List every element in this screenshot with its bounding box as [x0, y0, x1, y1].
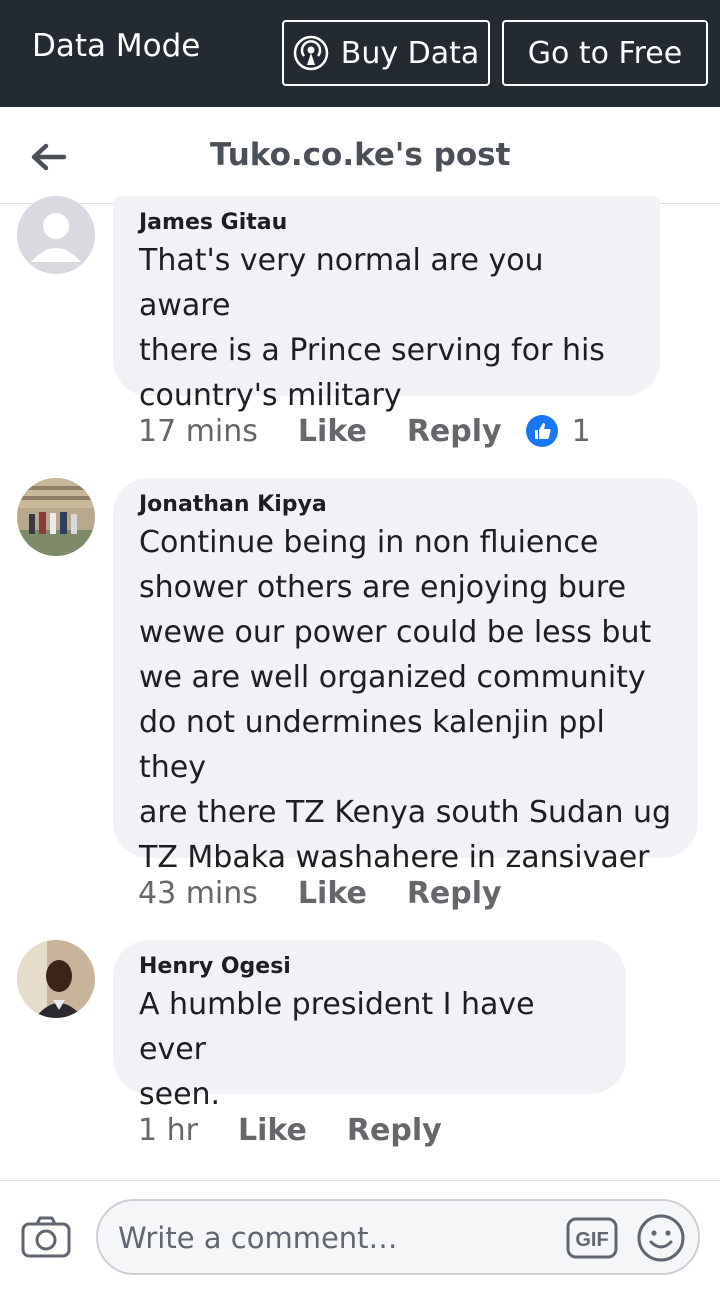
reaction-count: 1	[571, 413, 591, 449]
arrow-left-icon[interactable]	[28, 137, 68, 177]
avatar[interactable]	[17, 940, 95, 1018]
buy-data-label: Buy Data	[340, 35, 480, 71]
avatar[interactable]	[17, 478, 95, 556]
reply-button[interactable]: Reply	[407, 414, 502, 449]
comment-input-placeholder: Write a comment…	[118, 1221, 398, 1255]
comment-timestamp: 1 hr	[138, 1112, 198, 1148]
comment-actions: 1 hr Like Reply	[138, 1110, 442, 1150]
reply-button[interactable]: Reply	[347, 1113, 442, 1148]
broadcast-icon	[293, 35, 328, 71]
thumbs-up-icon	[525, 415, 558, 447]
comment-timestamp: 43 mins	[138, 875, 258, 911]
comment-actions: 17 mins Like Reply 1	[138, 411, 591, 451]
data-mode-bar: Data Mode Buy Data Go to Free	[0, 0, 720, 107]
go-to-free-label: Go to Free	[527, 35, 683, 71]
comment-bubble[interactable]: James Gitau That's very normal are you a…	[113, 196, 660, 413]
comment-text-line: we are well organized community	[139, 660, 646, 695]
post-header: Tuko.co.ke's post	[0, 107, 720, 204]
smiley-icon[interactable]	[636, 1213, 686, 1263]
comment-composer: Write a comment… GIF	[0, 1180, 720, 1289]
comment-text-line: A humble president I have ever	[139, 987, 535, 1067]
comment-bubble[interactable]: Henry Ogesi A humble president I have ev…	[113, 940, 626, 1112]
comment-timestamp: 17 mins	[138, 413, 258, 449]
go-to-free-button[interactable]: Go to Free	[502, 20, 708, 86]
avatar[interactable]	[17, 196, 95, 274]
reply-button[interactable]: Reply	[407, 876, 502, 911]
comment-text-line: are there TZ Kenya south Sudan ug	[139, 795, 672, 830]
gif-icon[interactable]: GIF	[566, 1217, 618, 1259]
comment-text-line: wewe our power could be less but	[139, 615, 652, 650]
comment-bubble[interactable]: Jonathan Kipya Continue being in non flu…	[113, 478, 698, 875]
comment-text-line: there is a Prince serving for his	[139, 333, 605, 368]
comment-text-line: Continue being in non fluience	[139, 525, 599, 560]
comment-text-line: shower others are enjoying bure	[139, 570, 627, 605]
profile-photo	[17, 940, 95, 1018]
comment-text-line: That's very normal are you aware	[139, 243, 544, 323]
buy-data-button[interactable]: Buy Data	[282, 20, 490, 86]
comment-author[interactable]: Henry Ogesi	[139, 954, 600, 980]
like-button[interactable]: Like	[298, 876, 367, 911]
like-button[interactable]: Like	[238, 1113, 307, 1148]
camera-icon[interactable]	[20, 1215, 72, 1259]
comment-input[interactable]: Write a comment… GIF	[96, 1199, 700, 1275]
page-title: Tuko.co.ke's post	[210, 137, 511, 173]
comment-author[interactable]: James Gitau	[139, 210, 634, 236]
like-button[interactable]: Like	[298, 414, 367, 449]
comment-actions: 43 mins Like Reply	[138, 873, 502, 913]
reaction-summary[interactable]: 1	[525, 413, 591, 449]
comment-author[interactable]: Jonathan Kipya	[139, 492, 672, 518]
gif-label: GIF	[575, 1229, 608, 1251]
comment-text-line: do not undermines kalenjin ppl they	[139, 705, 605, 785]
profile-photo	[17, 478, 95, 556]
default-avatar-icon	[17, 196, 95, 274]
data-mode-label: Data Mode	[32, 28, 201, 64]
